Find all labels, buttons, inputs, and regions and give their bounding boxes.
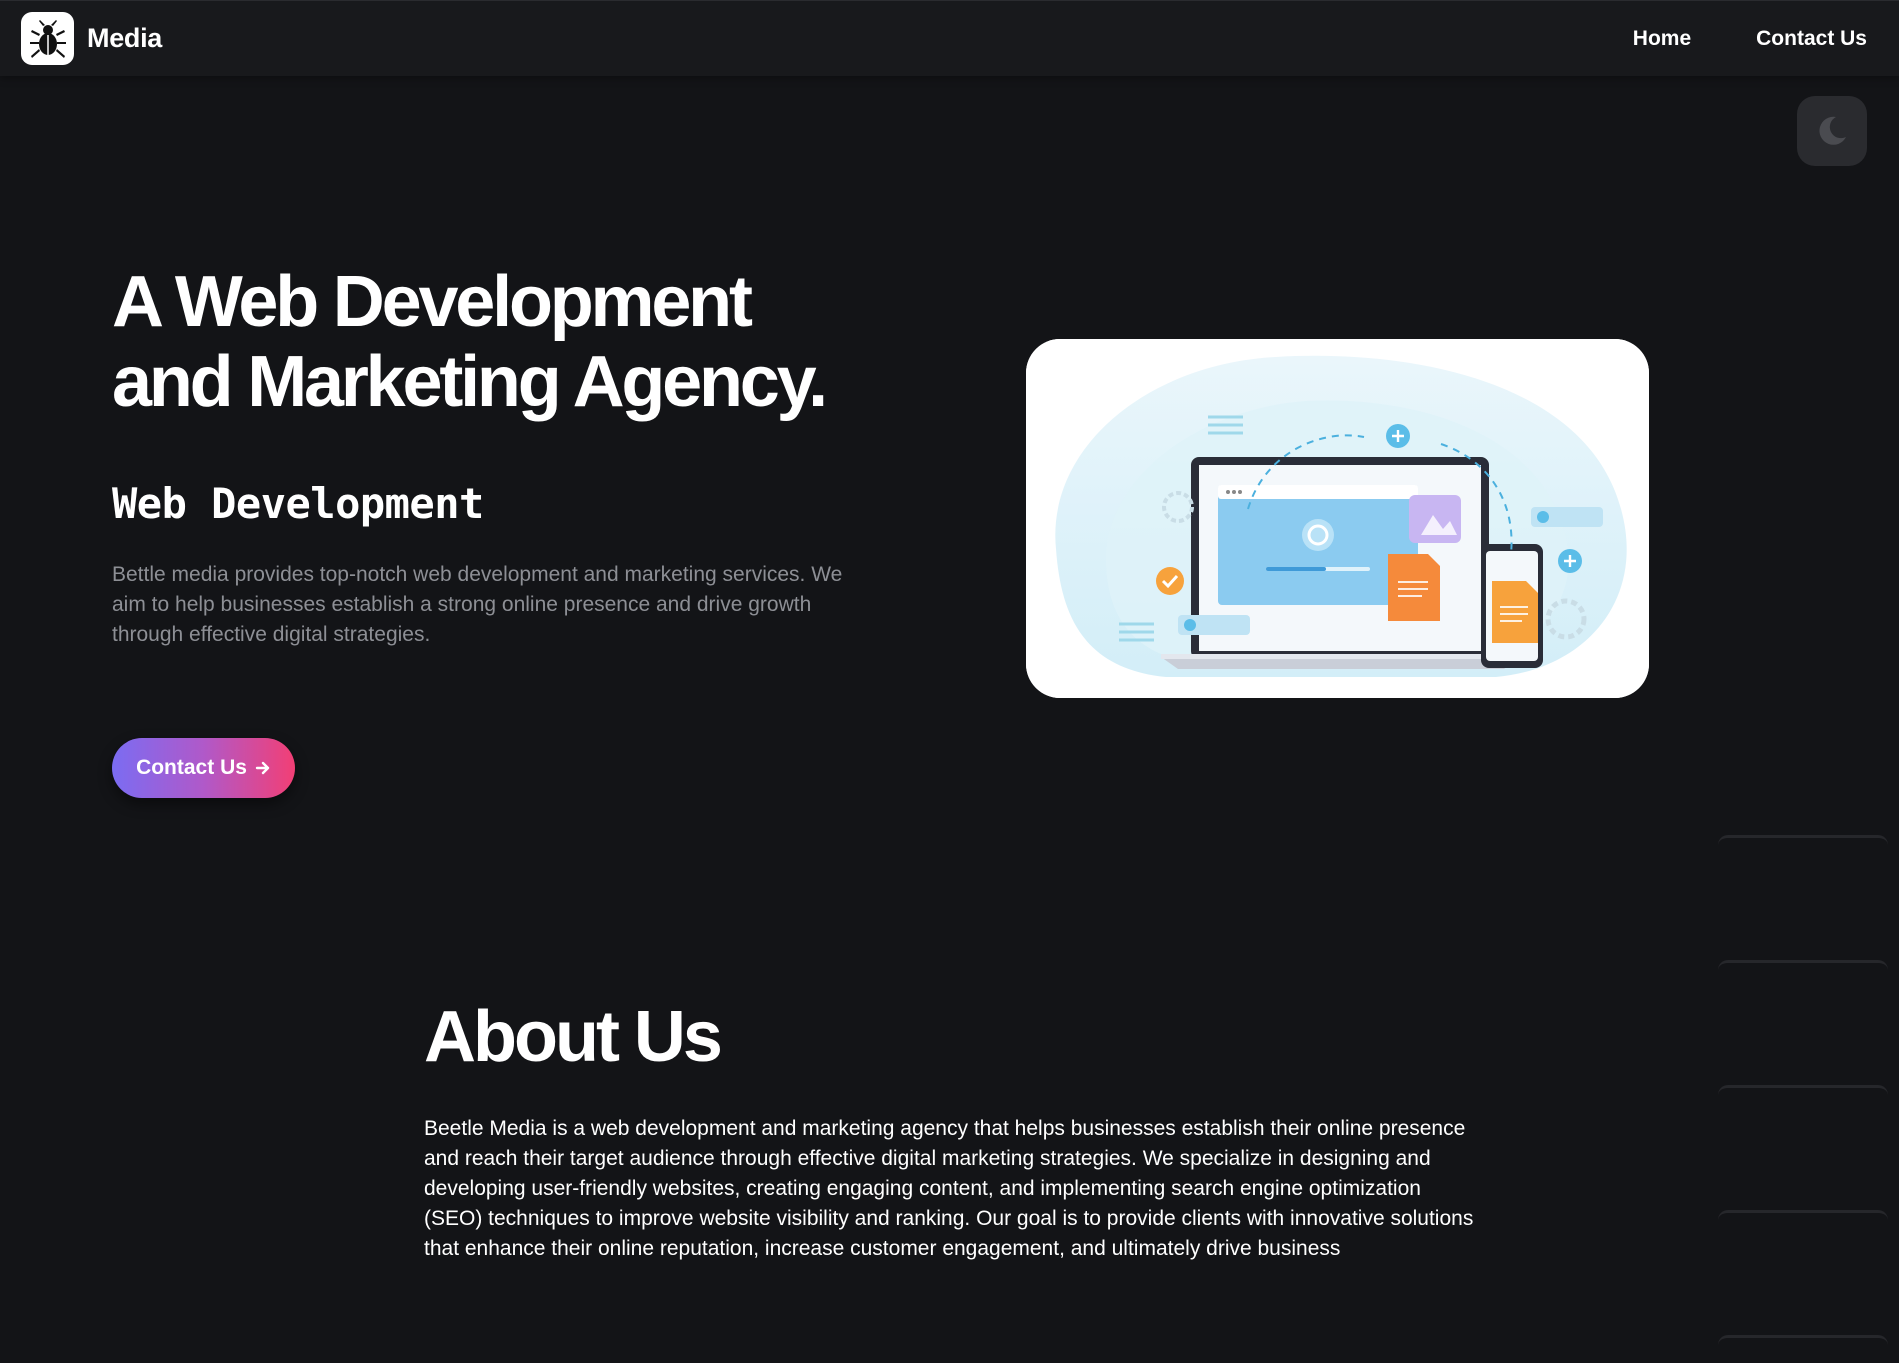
hero-description: Bettle media provides top-notch web deve… [112, 563, 843, 646]
logo [21, 12, 74, 65]
contact-us-button[interactable]: Contact Us [112, 738, 295, 798]
hero-title-line-2: and Marketing Agency. [112, 342, 828, 422]
hero-title-line-1: A Web Development [112, 262, 753, 342]
about-title: About Us [424, 997, 723, 1077]
side-card [1718, 960, 1888, 1070]
beetle-icon [29, 19, 66, 58]
side-card [1718, 835, 1888, 945]
side-card [1718, 1210, 1888, 1320]
brand-link[interactable]: Media [21, 12, 162, 65]
navbar: Media Home Contact Us [0, 0, 1899, 76]
web-development-illustration [1026, 339, 1649, 698]
about-text: Beetle Media is a web development and ma… [424, 1117, 1474, 1260]
page: Media Home Contact Us A Web Development … [0, 0, 1899, 1363]
brand-name: Media [87, 23, 163, 53]
hero-subtitle: Web Development [112, 479, 484, 528]
side-card [1718, 1335, 1888, 1363]
side-card [1718, 1085, 1888, 1195]
main-nav: Home Contact Us [1633, 27, 1867, 51]
hero-illustration [1026, 339, 1649, 698]
nav-contact-link[interactable]: Contact Us [1756, 27, 1867, 51]
contact-us-button-label: Contact Us [136, 756, 247, 779]
nav-home-link[interactable]: Home [1633, 27, 1691, 51]
theme-toggle-button[interactable] [1797, 96, 1867, 166]
hero-title: A Web Development and Marketing Agency. [112, 262, 912, 422]
moon-icon [1819, 116, 1846, 145]
arrow-right-icon [255, 761, 270, 775]
